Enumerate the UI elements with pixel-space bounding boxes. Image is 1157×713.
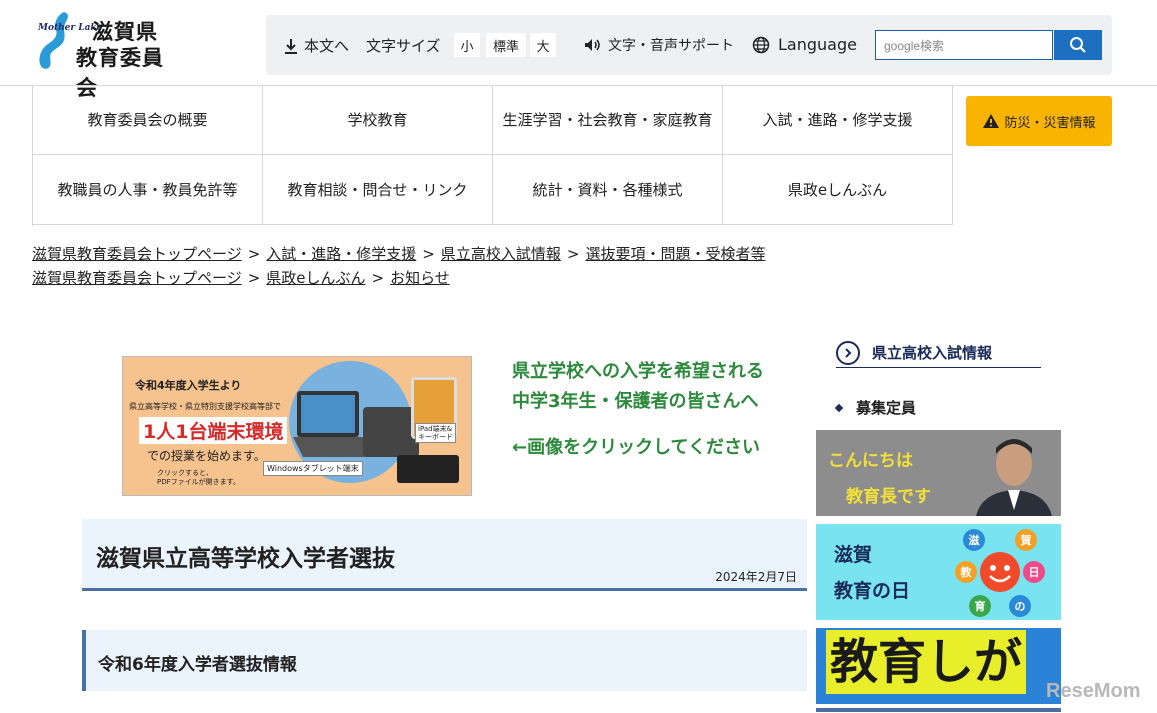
font-size-label: 文字サイズ [366, 37, 441, 55]
global-nav: 教育委員会の概要 学校教育 生涯学習・社会教育・家庭教育 入試・進路・修学支援 … [32, 85, 953, 226]
speaker-icon [585, 39, 600, 51]
globe-icon [752, 36, 770, 53]
banner-ipad-label: iPad端末& キーボード [415, 423, 456, 443]
font-size-standard-button[interactable]: 標準 [486, 33, 526, 57]
nav-item-entrance-exam[interactable]: 入試・進路・修学支援 [723, 85, 953, 155]
voice-support-link[interactable]: 文字・音声サポート [584, 35, 734, 55]
sun-char: 賀 [1020, 533, 1032, 547]
voice-support-label: 文字・音声サポート [608, 38, 734, 54]
site-logo[interactable]: Mother Lake 滋賀県 教育委員会 [34, 10, 184, 100]
education-day-text-line1: 滋賀 [834, 544, 873, 566]
page-title: 滋賀県立高等学校入学者選抜 [96, 546, 395, 572]
kyoiku-shiga-banner[interactable]: 教育しが [816, 628, 1061, 704]
sun-char: 滋 [969, 533, 980, 547]
breadcrumb-separator: > [247, 245, 261, 263]
nav-item-consultation[interactable]: 教育相談・問合せ・リンク [263, 155, 493, 225]
breadcrumb: 滋賀県教育委員会トップページ > 入試・進路・修学支援 > 県立高校入試情報 > 選抜要項・… [32, 243, 765, 264]
section-heading-box: 令和6年度入学者選抜情報 [82, 630, 807, 691]
sidebar-heading[interactable]: 県立高校入試情報 [836, 338, 1041, 368]
banner-text-line4: での授業を始めます。 [147, 449, 266, 463]
banner-text-note: クリックすると、 PDFファイルが開きます。 [157, 469, 240, 486]
breadcrumb-separator: > [371, 269, 385, 287]
sidebar-heading-label: 県立高校入試情報 [872, 344, 993, 362]
download-arrow-icon [285, 38, 297, 54]
search-button[interactable] [1054, 30, 1102, 60]
shiga-education-day-banner[interactable]: 滋賀 教育の日 滋 賀 教 育 の 日 [816, 524, 1061, 620]
search-icon [1070, 37, 1086, 53]
device-environment-banner[interactable]: 令和4年度入学生より 県立高等学校・県立特別支援学校高等部で 1人1台端末環境 … [122, 356, 472, 496]
breadcrumb-link[interactable]: 滋賀県教育委員会トップページ [32, 245, 242, 263]
promo-text-line2: 中学3年生・保護者の皆さんへ [512, 391, 759, 412]
breadcrumb: 滋賀県教育委員会トップページ > 県政eしんぶん > お知らせ [32, 267, 450, 288]
disaster-info-label: 防災・災害情報 [1004, 115, 1096, 131]
breadcrumb-separator: > [247, 269, 261, 287]
sun-char: 育 [975, 599, 986, 613]
superintendent-text-line1: こんにちは [828, 451, 913, 471]
superintendent-photo [976, 439, 1052, 516]
nav-item-overview[interactable]: 教育委員会の概要 [33, 85, 263, 155]
skip-to-content-label: 本文へ [304, 37, 350, 55]
warning-icon [983, 114, 1000, 128]
language-label: Language [778, 35, 857, 54]
breadcrumb-link[interactable]: お知らせ [390, 269, 450, 287]
sidebar-item-capacity[interactable]: 募集定員 [834, 397, 917, 418]
utility-toolbar: 本文へ 文字サイズ 小 標準 大 文字・音声サポート Language goog… [266, 15, 1112, 75]
breadcrumb-link[interactable]: 入試・進路・修学支援 [266, 245, 416, 263]
breadcrumb-link[interactable]: 県政eしんぶん [266, 269, 365, 287]
breadcrumb-link[interactable]: 滋賀県教育委員会トップページ [32, 269, 242, 287]
sun-mascot-icon: 滋 賀 教 育 の 日 [955, 529, 1045, 617]
superintendent-banner[interactable]: こんにちは 教育長です [816, 430, 1061, 516]
superintendent-text-line2: 教育長です [846, 487, 931, 507]
sidebar-item-label: 募集定員 [856, 399, 917, 417]
breadcrumb-separator: > [566, 245, 580, 263]
resemom-watermark: ReseMom [1046, 680, 1141, 702]
nav-item-lifelong-learning[interactable]: 生涯学習・社会教育・家庭教育 [493, 85, 723, 155]
section-heading: 令和6年度入学者選抜情報 [98, 655, 297, 675]
breadcrumb-link[interactable]: 選抜要項・問題・受検者等 [585, 245, 765, 263]
banner-tablet-label: Windowsタブレット端末 [263, 461, 363, 476]
page-date: 2024年2月7日 [715, 570, 797, 584]
breadcrumb-link[interactable]: 県立高校入試情報 [441, 245, 561, 263]
page-title-box: 滋賀県立高等学校入学者選抜 2024年2月7日 [82, 519, 807, 591]
chevron-right-circle-icon [836, 340, 860, 365]
banner-text-line2: 県立高等学校・県立特別支援学校高等部で [129, 402, 281, 411]
diamond-bullet-icon [834, 403, 844, 412]
language-link[interactable]: Language [752, 35, 857, 54]
banner-text-line1: 令和4年度入学生より [135, 379, 242, 392]
nav-item-staff-personnel[interactable]: 教職員の人事・教員免許等 [33, 155, 263, 225]
font-size-large-button[interactable]: 大 [530, 33, 556, 57]
nav-item-statistics[interactable]: 統計・資料・各種様式 [493, 155, 723, 225]
promo-text-line3: ←画像をクリックしてください [512, 437, 761, 458]
sun-char: 日 [1029, 566, 1040, 579]
font-size-small-button[interactable]: 小 [454, 33, 480, 57]
promo-text-line1: 県立学校への入学を希望される [512, 361, 764, 382]
education-day-text-line2: 教育の日 [834, 580, 911, 602]
nav-item-e-shinbun[interactable]: 県政eしんぶん [723, 155, 953, 225]
search-input[interactable]: google検索 [875, 30, 1053, 60]
sidebar-bottom-line [816, 708, 1061, 712]
sun-char: の [1015, 600, 1026, 613]
nav-item-school-education[interactable]: 学校教育 [263, 85, 493, 155]
kyoiku-shiga-text: 教育しが [826, 630, 1027, 694]
skip-to-content-link[interactable]: 本文へ [284, 35, 349, 56]
breadcrumb-separator: > [422, 245, 435, 263]
sun-char: 教 [960, 565, 973, 579]
banner-text-headline: 1人1台端末環境 [139, 417, 288, 444]
disaster-info-button[interactable]: 防災・災害情報 [966, 96, 1112, 146]
